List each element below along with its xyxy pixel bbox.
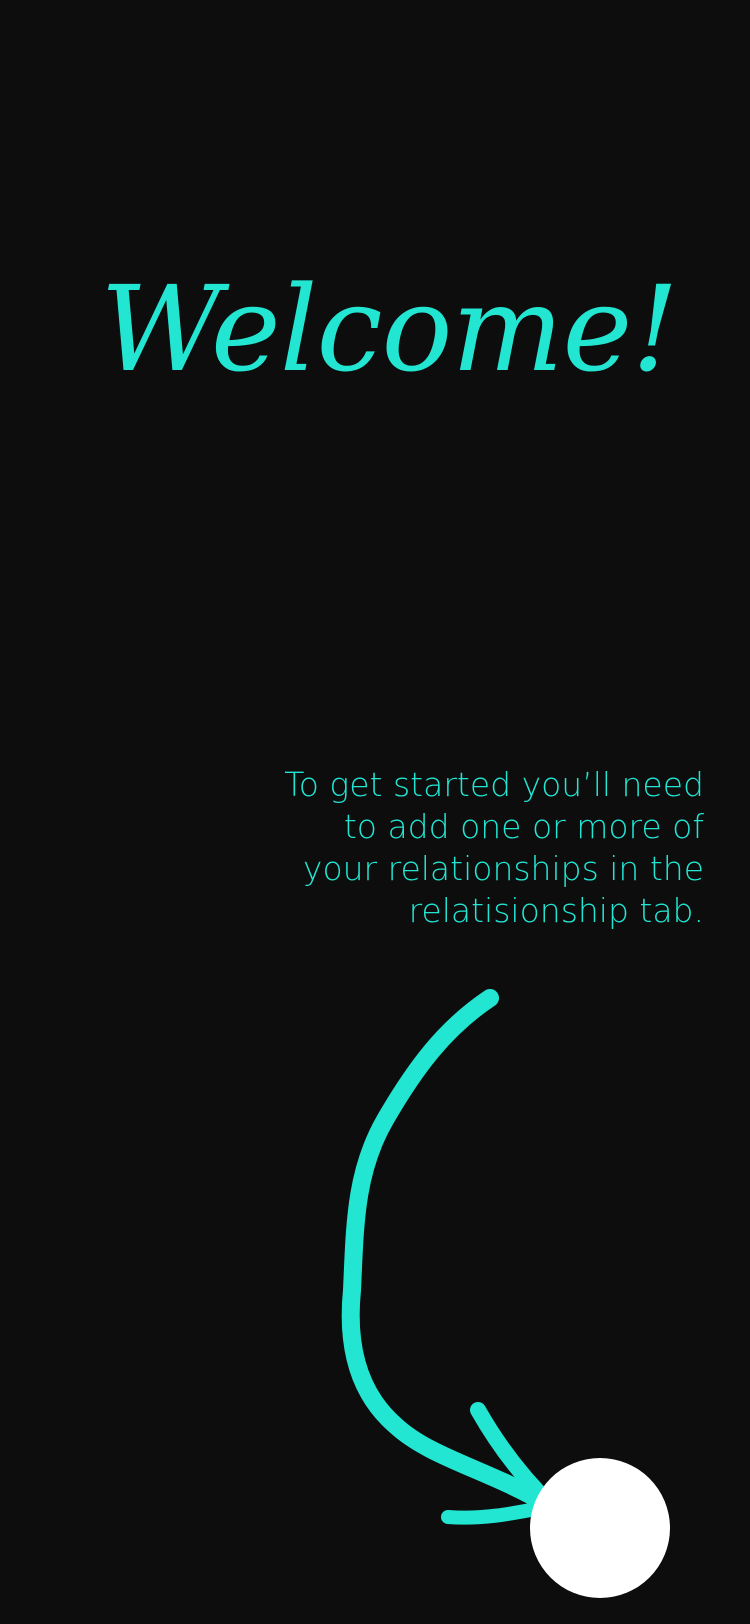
welcome-title: Welcome!	[100, 260, 679, 398]
onboarding-message: To get started you’ll need to add one or…	[284, 765, 704, 930]
relationship-tab-target[interactable]	[530, 1458, 670, 1598]
arrow-shaft	[341, 989, 559, 1515]
